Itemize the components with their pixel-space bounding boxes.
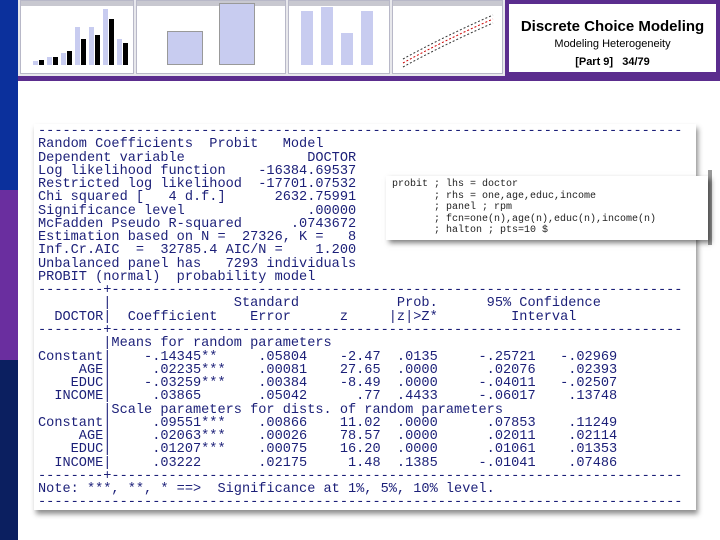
output-line: ----------------------------------------…: [38, 495, 683, 511]
output-line: AGE| .02063*** .00026 78.57 .0000 .02011…: [38, 429, 618, 445]
thumbnail-bar-chart-two: [136, 0, 286, 74]
output-line: Constant| -.14345** .05804 -2.47 .0135 -…: [38, 349, 618, 365]
header-divider-band: [18, 76, 720, 81]
header-thumbnail-strip: [18, 0, 505, 76]
command-line: ; panel ; rpm: [392, 202, 513, 213]
thumbnail-histogram: [20, 0, 134, 74]
output-line: INCOME| .03865 .05042 .77 .4433 -.06017 …: [38, 389, 618, 405]
page-number: 34/79: [622, 56, 650, 68]
slide-page-indicator: [Part 9] 34/79: [509, 56, 716, 68]
output-line: |Means for random parameters: [38, 336, 332, 352]
output-line: Constant| .09551*** .00866 11.02 .0000 .…: [38, 415, 618, 431]
output-line: | Standard Prob. 95% Confidence: [38, 296, 601, 312]
thumbnail-bar-chart-four: [288, 0, 390, 74]
slide-subtitle: Modeling Heterogeneity: [554, 38, 671, 50]
output-line: EDUC| -.03259*** .00384 -8.49 .0000 -.04…: [38, 376, 618, 392]
output-line: EDUC| .01207*** .00075 16.20 .0000 .0106…: [38, 442, 618, 458]
line-plot-thumbnail: [402, 14, 494, 68]
command-box: probit ; lhs = doctor ; rhs = one,age,ed…: [386, 176, 708, 240]
command-box-edge: [708, 170, 712, 245]
slide-title: Discrete Choice Modeling: [520, 18, 705, 35]
left-accent-bar-blue: [0, 0, 18, 190]
thumbnail-line-chart: [392, 0, 503, 74]
left-accent-bar-purple: [0, 190, 18, 360]
left-accent-bar-navy: [0, 360, 18, 540]
output-line: Inf.Cr.AIC = 32785.4 AIC/N = 1.200: [38, 243, 357, 259]
output-line: Note: ***, **, * ==> Significance at 1%,…: [38, 482, 495, 498]
output-line: |Scale parameters for dists. of random p…: [38, 402, 503, 418]
output-line: --------+-------------------------------…: [38, 322, 683, 338]
output-line: DOCTOR| Coefficient Error z |z|>Z* Inter…: [38, 309, 577, 325]
command-line: ; fcn=one(n),age(n),educ(n),income(n): [392, 213, 657, 225]
output-line: PROBIT (normal) probability model: [38, 269, 316, 285]
output-line: Random Coefficients Probit Model: [38, 137, 324, 153]
output-line: --------+-------------------------------…: [38, 468, 683, 484]
command-line: probit ; lhs = doctor: [392, 179, 519, 190]
slide-title-box: Discrete Choice Modeling Modeling Hetero…: [505, 0, 720, 76]
output-line: ----------------------------------------…: [38, 124, 683, 139]
output-line: INCOME| .03222 .02175 1.48 .1385 -.01041…: [38, 455, 618, 471]
output-line: Unbalanced panel has 7293 individuals: [38, 256, 357, 272]
output-line: AGE| .02235*** .00081 27.65 .0000 .02076…: [38, 362, 618, 378]
part-label: [Part 9]: [575, 56, 614, 68]
output-line: --------+-------------------------------…: [38, 283, 683, 299]
command-line: ; halton ; pts=10 $: [392, 225, 549, 236]
command-line: ; rhs = one,age,educ,income: [392, 190, 597, 202]
output-line: Dependent variable DOCTOR: [38, 150, 357, 166]
